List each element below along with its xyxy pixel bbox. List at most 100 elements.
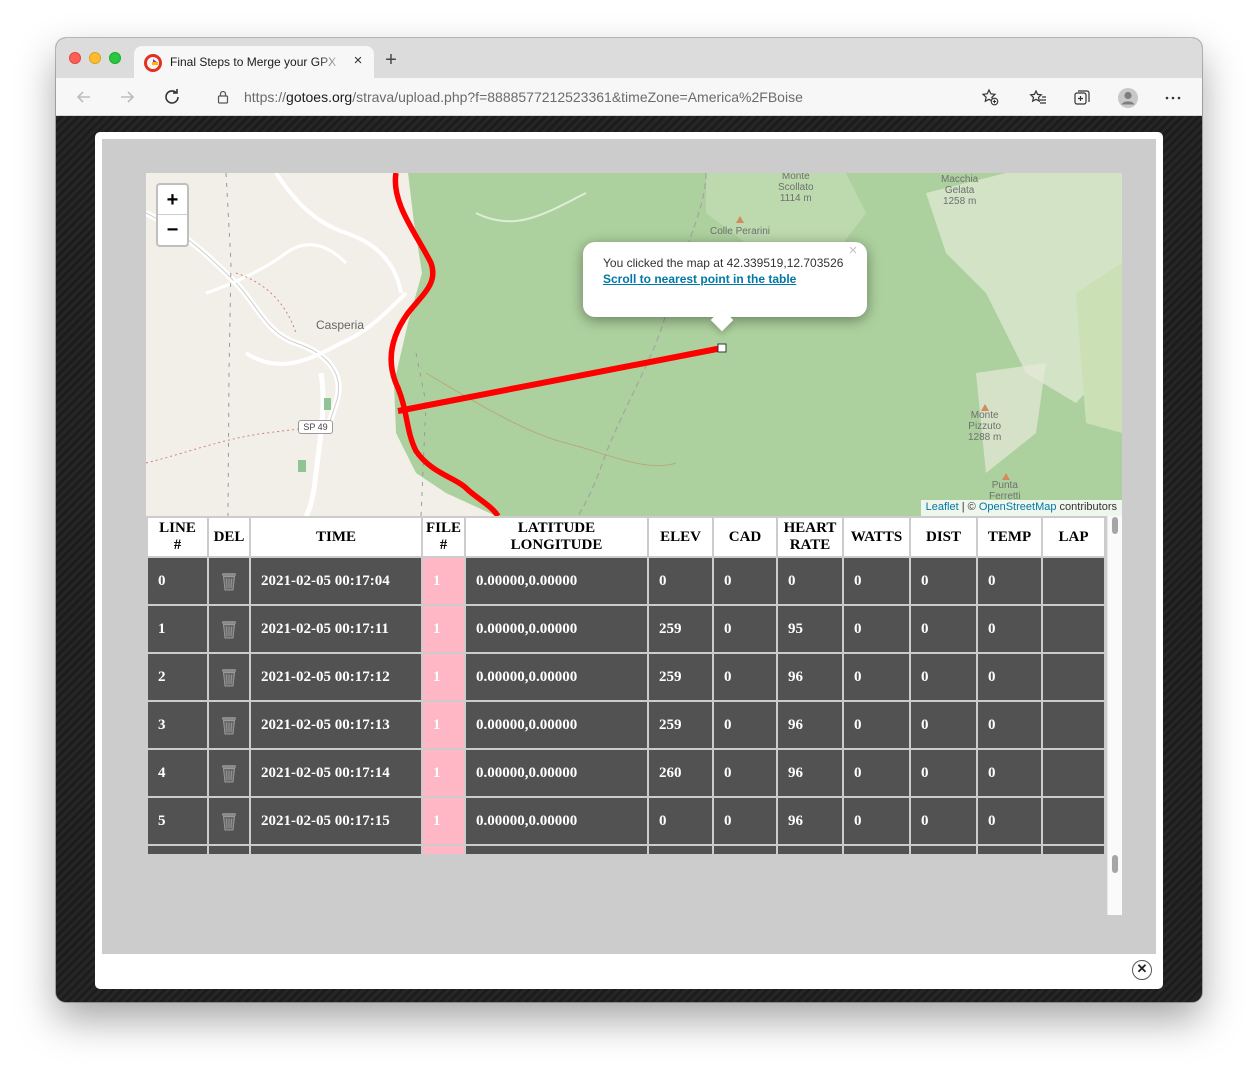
cell-lap xyxy=(1041,796,1106,846)
cell-lat-lon: 0.00000,0.00000 xyxy=(464,652,649,702)
tab-close-icon[interactable]: × xyxy=(350,53,366,69)
cell-watts: 0 xyxy=(842,556,911,606)
cell-temp: 0 xyxy=(976,556,1043,606)
profile-avatar-icon[interactable] xyxy=(1117,87,1139,109)
map-label-casperia: Casperia xyxy=(316,318,365,332)
table-scrollbar[interactable] xyxy=(1107,516,1122,915)
zoom-in-button[interactable]: + xyxy=(158,185,187,215)
back-arrow-icon[interactable] xyxy=(73,86,95,108)
header-dist[interactable]: DIST xyxy=(909,516,978,558)
header-elev[interactable]: ELEV xyxy=(647,516,714,558)
cell-dist: 0 xyxy=(909,604,978,654)
trash-icon[interactable] xyxy=(220,716,238,735)
openstreetmap-link[interactable]: OpenStreetMap xyxy=(979,501,1057,513)
cell-elev: 0 xyxy=(647,556,714,606)
cell-elev: 260 xyxy=(647,748,714,798)
cell-line: 0 xyxy=(146,556,209,606)
collections-icon[interactable] xyxy=(1073,89,1091,107)
delete-row-button[interactable] xyxy=(207,604,251,654)
cell-cad: 0 xyxy=(712,796,778,846)
forward-arrow-icon[interactable] xyxy=(116,86,138,108)
table-row[interactable]: 2 2021-02-05 00:17:12 1 0.00000,0.00000 259 0… xyxy=(146,652,1106,702)
zoom-window-button[interactable] xyxy=(109,52,121,64)
table-row[interactable] xyxy=(146,844,1106,854)
delete-row-button[interactable] xyxy=(207,700,251,750)
delete-row-button[interactable] xyxy=(207,748,251,798)
table-row[interactable]: 1 2021-02-05 00:17:11 1 0.00000,0.00000 259 0… xyxy=(146,604,1106,654)
header-file[interactable]: FILE # xyxy=(421,516,466,558)
table-header-row: LINE # DEL TIME FILE # LATITUDE LONGITUDE E… xyxy=(146,516,1106,558)
leaflet-link[interactable]: Leaflet xyxy=(926,501,959,513)
scrollbar-top-thumb[interactable] xyxy=(1112,517,1118,534)
delete-row-button[interactable] xyxy=(207,796,251,846)
scroll-to-nearest-point-link[interactable]: Scroll to nearest point in the table xyxy=(603,272,796,286)
modal-dialog: Monte Scollato 1114 m Macchia Gelata 1258 m … xyxy=(95,132,1163,989)
more-options-icon[interactable] xyxy=(1164,89,1182,107)
header-watts[interactable]: WATTS xyxy=(842,516,911,558)
cell-dist: 0 xyxy=(909,748,978,798)
trash-icon[interactable] xyxy=(220,620,238,639)
header-del[interactable]: DEL xyxy=(207,516,251,558)
header-time[interactable]: TIME xyxy=(249,516,423,558)
map-label-monte-scollato: Monte Scollato 1114 m xyxy=(778,173,814,204)
cell-lap xyxy=(1041,748,1106,798)
new-tab-button[interactable]: + xyxy=(382,50,400,70)
favorites-icon[interactable] xyxy=(1029,89,1047,107)
close-window-button[interactable] xyxy=(69,52,81,64)
cell-lat-lon: 0.00000,0.00000 xyxy=(464,604,649,654)
cell-temp: 0 xyxy=(976,604,1043,654)
cell-line xyxy=(146,844,209,854)
delete-row-button[interactable] xyxy=(207,844,251,854)
cell-elev xyxy=(647,844,714,854)
zoom-control: + − xyxy=(156,183,189,247)
cell-lap xyxy=(1041,556,1106,606)
header-heart-rate[interactable]: HEART RATE xyxy=(776,516,844,558)
cell-heart-rate xyxy=(776,844,844,854)
cell-lat-lon: 0.00000,0.00000 xyxy=(464,700,649,750)
cell-cad: 0 xyxy=(712,700,778,750)
trash-icon[interactable] xyxy=(220,764,238,783)
cell-heart-rate: 96 xyxy=(776,700,844,750)
header-lap[interactable]: LAP xyxy=(1041,516,1106,558)
minimize-window-button[interactable] xyxy=(89,52,101,64)
cell-temp xyxy=(976,844,1043,854)
cell-lat-lon: 0.00000,0.00000 xyxy=(464,748,649,798)
modal-close-button[interactable]: ✕ xyxy=(1132,960,1152,980)
table-row[interactable]: 0 2021-02-05 00:17:04 1 0.00000,0.00000 0 0 0 0… xyxy=(146,556,1106,606)
table-row[interactable]: 3 2021-02-05 00:17:13 1 0.00000,0.00000 259 0… xyxy=(146,700,1106,750)
cell-watts: 0 xyxy=(842,652,911,702)
address-bar[interactable]: https://gotoes.org/strava/upload.php?f=8… xyxy=(202,82,1008,112)
cell-line: 5 xyxy=(146,796,209,846)
header-temp[interactable]: TEMP xyxy=(976,516,1043,558)
url-text: https://gotoes.org/strava/upload.php?f=8… xyxy=(244,89,803,105)
delete-row-button[interactable] xyxy=(207,652,251,702)
header-lat-lon[interactable]: LATITUDE LONGITUDE xyxy=(464,516,649,558)
delete-row-button[interactable] xyxy=(207,556,251,606)
cell-line: 2 xyxy=(146,652,209,702)
browser-toolbar: https://gotoes.org/strava/upload.php?f=8… xyxy=(56,78,1202,116)
add-favorite-icon[interactable] xyxy=(981,88,999,106)
cell-file: 1 xyxy=(421,748,466,798)
popup-close-icon[interactable]: × xyxy=(846,243,860,258)
zoom-out-button[interactable]: − xyxy=(158,215,187,245)
trash-icon[interactable] xyxy=(220,812,238,831)
cell-heart-rate: 95 xyxy=(776,604,844,654)
refresh-icon[interactable] xyxy=(161,86,183,108)
scrollbar-bottom-thumb[interactable] xyxy=(1112,855,1118,873)
table-row[interactable]: 4 2021-02-05 00:17:14 1 0.00000,0.00000 260 0… xyxy=(146,748,1106,798)
map-label-punta-ferretti: Punta Ferretti xyxy=(989,480,1021,502)
cell-lat-lon: 0.00000,0.00000 xyxy=(464,556,649,606)
browser-tab[interactable]: Final Steps to Merge your GPX × xyxy=(134,46,374,78)
header-cad[interactable]: CAD xyxy=(712,516,778,558)
cell-heart-rate: 96 xyxy=(776,796,844,846)
gpx-points-table-container[interactable]: LINE # DEL TIME FILE # LATITUDE LONGITUDE E… xyxy=(146,516,1106,854)
header-line[interactable]: LINE # xyxy=(146,516,209,558)
map-popup: You clicked the map at 42.339519,12.7035… xyxy=(583,242,867,332)
map-view[interactable]: Monte Scollato 1114 m Macchia Gelata 1258 m … xyxy=(146,173,1122,516)
trash-icon[interactable] xyxy=(220,668,238,687)
table-row[interactable]: 5 2021-02-05 00:17:15 1 0.00000,0.00000 0 0 96… xyxy=(146,796,1106,846)
trash-icon[interactable] xyxy=(220,572,238,591)
popup-coordinates-text: You clicked the map at 42.339519,12.7035… xyxy=(603,256,844,270)
cell-lat-lon xyxy=(464,844,649,854)
cell-cad: 0 xyxy=(712,556,778,606)
